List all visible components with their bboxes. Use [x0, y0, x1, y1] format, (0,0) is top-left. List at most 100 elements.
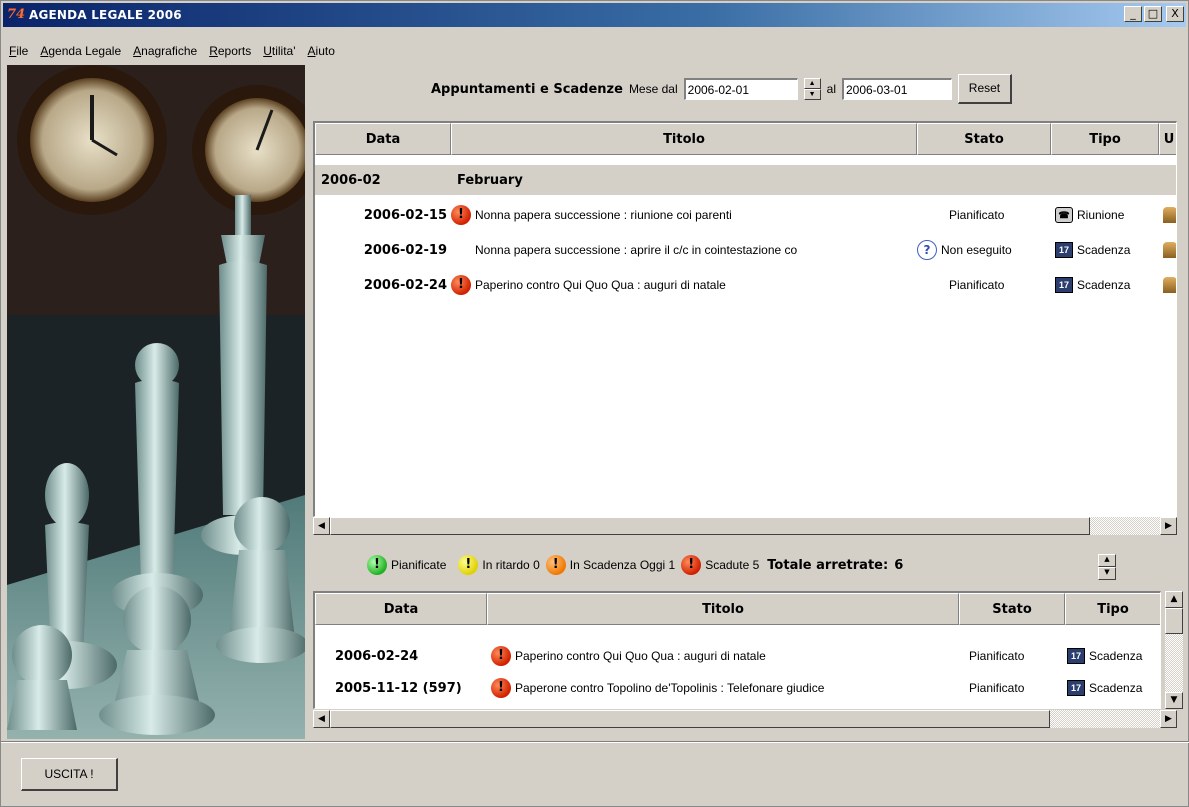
table-row[interactable]: 2006-02-15 ! Nonna papera successione : r…	[315, 200, 1176, 230]
row-type: Scadenza	[1089, 681, 1143, 695]
col-header-titolo[interactable]: Titolo	[487, 593, 959, 625]
scroll-down-icon[interactable]: ▼	[1165, 692, 1183, 709]
to-date-input[interactable]	[841, 78, 952, 100]
title-bar[interactable]: 74 AGENDA LEGALE 2006 _ □ X	[3, 3, 1186, 27]
app-logo-icon: 74	[7, 7, 26, 22]
month-spinner[interactable]: ▲ ▼	[803, 78, 821, 100]
row-status: Pianificato	[969, 681, 1025, 695]
col-header-tipo[interactable]: Tipo	[1065, 593, 1160, 625]
minimize-button[interactable]: _	[1124, 6, 1142, 22]
scroll-thumb[interactable]	[330, 710, 1050, 728]
overdue-alert-icon: !	[451, 275, 471, 295]
legend-in-scadenza: In Scadenza Oggi	[569, 558, 666, 572]
date-filter-bar: Appuntamenti e Scadenze Mese dal ▲ ▼ al …	[431, 73, 1012, 105]
table-row[interactable]: 2006-02-24 ! Paperino contro Qui Quo Qua …	[315, 641, 1160, 671]
window-controls: _ □ X	[1124, 6, 1184, 22]
to-label: al	[826, 82, 836, 96]
close-button[interactable]: X	[1166, 6, 1184, 22]
row-type: Scadenza	[1077, 243, 1131, 257]
arrears-grid[interactable]: Data Titolo Stato Tipo 2006-02-24 ! Paper…	[313, 591, 1161, 709]
menu-utilita[interactable]: Utilita'	[257, 41, 301, 61]
maximize-button[interactable]: □	[1144, 6, 1162, 22]
calendar-icon: 17	[1055, 242, 1073, 258]
row-status: Pianificato	[969, 649, 1025, 663]
legend-in-ritardo-count: 0	[533, 558, 540, 572]
row-date: 2006-02-24	[363, 277, 447, 293]
meeting-phone-icon: ☎	[1055, 207, 1073, 223]
legend-totale-count: 6	[894, 557, 904, 573]
top-grid-hscrollbar[interactable]: ◀ ▶	[313, 517, 1177, 535]
spin-up-icon[interactable]: ▲	[803, 78, 821, 89]
scroll-thumb[interactable]	[330, 517, 1090, 535]
menu-anagrafiche[interactable]: Anagrafiche	[127, 41, 203, 61]
from-label: Mese dal	[628, 82, 678, 96]
scroll-up-icon[interactable]: ▲	[1165, 591, 1183, 608]
table-row[interactable]: 2006-02-24 ! Paperino contro Qui Quo Qua …	[315, 270, 1176, 300]
col-header-stato[interactable]: Stato	[917, 123, 1051, 155]
col-header-data[interactable]: Data	[315, 123, 451, 155]
planned-status-icon: !	[367, 555, 387, 575]
from-date-input[interactable]	[683, 78, 798, 100]
menu-bar: File Agenda Legale Anagrafiche Reports U…	[3, 41, 341, 61]
row-date: 2006-02-19	[363, 242, 447, 258]
col-header-data[interactable]: Data	[315, 593, 487, 625]
scroll-right-icon[interactable]: ▶	[1160, 517, 1177, 535]
table-row[interactable]: 2006-02-19 Nonna papera successione : ap…	[315, 235, 1176, 265]
scroll-left-icon[interactable]: ◀	[313, 710, 330, 728]
row-type: Scadenza	[1077, 278, 1131, 292]
row-status: Non eseguito	[941, 243, 1012, 257]
legend-totale-label: Totale arretrate:	[767, 557, 889, 573]
spin-up-icon[interactable]: ▲	[1098, 554, 1116, 567]
row-date: 2005-11-12 (597)	[335, 680, 462, 696]
col-header-stato[interactable]: Stato	[959, 593, 1065, 625]
spin-down-icon[interactable]: ▼	[803, 89, 821, 100]
scroll-left-icon[interactable]: ◀	[313, 517, 330, 535]
col-header-tipo[interactable]: Tipo	[1051, 123, 1159, 155]
scroll-right-icon[interactable]: ▶	[1160, 710, 1177, 728]
calendar-icon: 17	[1067, 648, 1085, 664]
exit-button[interactable]: USCITA !	[21, 758, 118, 791]
user-icon	[1163, 207, 1176, 223]
menu-agenda-legale[interactable]: Agenda Legale	[34, 41, 127, 61]
scroll-track[interactable]	[1050, 710, 1160, 728]
appointments-grid[interactable]: Data Titolo Stato Tipo U 2006-02 Februar…	[313, 121, 1177, 517]
overdue-alert-icon: !	[451, 205, 471, 225]
row-title: Paperino contro Qui Quo Qua : auguri di …	[475, 278, 726, 292]
row-date: 2006-02-15	[363, 207, 447, 223]
arrears-spinner[interactable]: ▲ ▼	[1098, 554, 1116, 580]
arrears-vscrollbar[interactable]: ▲ ▼	[1165, 591, 1183, 709]
arrears-hscrollbar[interactable]: ◀ ▶	[313, 710, 1177, 728]
calendar-icon: 17	[1067, 680, 1085, 696]
legend-scadute: Scadute	[705, 558, 750, 572]
menu-reports[interactable]: Reports	[203, 41, 257, 61]
grid-header: Data Titolo Stato Tipo U	[315, 123, 1176, 155]
col-header-titolo[interactable]: Titolo	[451, 123, 917, 155]
scroll-track[interactable]	[1090, 517, 1160, 535]
row-date: 2006-02-24	[335, 648, 419, 664]
window-title: AGENDA LEGALE 2006	[29, 8, 182, 22]
expired-status-icon: !	[681, 555, 702, 575]
user-icon	[1163, 277, 1176, 293]
table-row[interactable]: 2005-11-12 (597) ! Paperone contro Topoli…	[315, 673, 1160, 703]
row-status: Pianificato	[949, 278, 1005, 292]
col-header-u[interactable]: U	[1159, 123, 1176, 155]
footer-divider	[1, 741, 1189, 743]
row-title: Paperino contro Qui Quo Qua : auguri di …	[515, 649, 766, 663]
legend-in-scadenza-count: 1	[668, 558, 676, 572]
menu-file[interactable]: File	[3, 41, 34, 61]
overdue-alert-icon: !	[491, 646, 511, 666]
scroll-thumb[interactable]	[1165, 608, 1183, 634]
section-heading: Appuntamenti e Scadenze	[431, 81, 623, 97]
reset-button[interactable]: Reset	[957, 74, 1012, 104]
group-date: 2006-02	[321, 172, 381, 188]
grid-header: Data Titolo Stato Tipo	[315, 593, 1160, 625]
status-legend: ! Pianificate ! In ritardo 0 ! In Scadenza …	[367, 553, 903, 577]
calendar-icon: 17	[1055, 277, 1073, 293]
menu-aiuto[interactable]: Aiuto	[302, 41, 341, 61]
legend-scadute-count: 5	[752, 558, 760, 572]
spin-down-icon[interactable]: ▼	[1098, 567, 1116, 580]
row-type: Riunione	[1077, 208, 1125, 222]
group-row[interactable]: 2006-02 February	[315, 165, 1176, 195]
user-icon	[1163, 242, 1176, 258]
app-window: 74 AGENDA LEGALE 2006 _ □ X File Agenda …	[0, 0, 1189, 807]
